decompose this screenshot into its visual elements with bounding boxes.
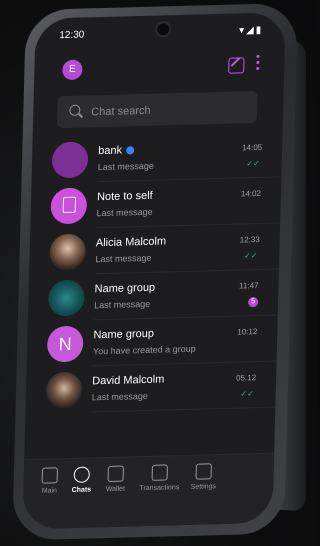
document-icon [62,196,77,214]
chat-row-name-group[interactable]: Name group Last message 11:47 5 [28,270,279,321]
chat-icon [73,466,90,483]
chat-name: Name group [94,281,156,296]
front-camera [155,21,172,38]
tab-bar: Main Chats Wallet Transactions Settings [22,452,275,530]
home-icon [41,467,58,484]
chat-time: 05.12 [235,373,257,383]
chat-time: 10:12 [237,327,258,337]
chat-time: 12:33 [239,234,260,245]
chat-subtitle: Last message [91,390,148,403]
wallet-icon [107,465,124,483]
chat-time: 14:02 [240,188,262,199]
search-icon [69,104,81,116]
chat-name: David Malcolm [92,373,165,388]
verified-icon [125,146,135,155]
chat-subtitle: Last message [95,252,152,265]
read-check-icon: ✓✓ [243,251,258,261]
chat-time: 14:05 [242,142,263,153]
chat-subtitle: You have created a group [92,343,196,357]
chat-row-alicia-malcolm[interactable]: Alicia Malcolm Last message 12:33 ✓✓ [29,224,280,275]
search-input[interactable] [88,97,254,124]
phone-screen: 12:30 ▾◢▮ E bank Last message 14:05 ✓✓ [22,12,286,530]
chat-name: Alicia Malcolm [95,235,167,250]
compose-icon[interactable] [228,57,245,74]
tab-settings[interactable]: Settings [181,463,226,491]
chat-subtitle: Last message [97,160,154,173]
read-check-icon: ✓✓ [246,158,260,169]
more-options-icon[interactable] [256,54,260,73]
avatar [47,279,85,317]
read-check-icon: ✓✓ [240,389,254,399]
chat-name: bank [98,144,135,157]
phone: 12:30 ▾◢▮ E bank Last message 14:05 ✓✓ [12,2,298,541]
avatar [51,141,89,179]
chat-name: Name group [93,327,155,342]
profile-avatar[interactable]: E [62,59,83,81]
divider [91,406,276,413]
unread-badge: 5 [247,297,259,308]
avatar [50,187,88,225]
chat-row-david-malcolm[interactable]: David Malcolm Last message 05.12 ✓✓ [25,363,276,414]
status-bar: 12:30 ▾◢▮ [35,12,286,49]
avatar [45,371,83,409]
transactions-icon [151,464,168,481]
chat-name: Note to self [96,189,153,204]
chat-row-bank[interactable]: bank Last message 14:05 ✓✓ [31,132,282,183]
status-time: 12:30 [59,29,85,42]
chat-row-name-group-2[interactable]: N Name group You have created a group 10… [27,317,278,368]
status-icons: ▾◢▮ [238,24,264,37]
gear-icon [195,463,212,480]
avatar: N [46,325,84,363]
chat-time: 11:47 [239,280,259,291]
top-bar: E [34,50,285,87]
avatar [49,233,87,271]
chat-row-note-to-self[interactable]: Note to self Last message 14:02 [30,178,281,229]
search-bar[interactable] [56,90,258,129]
chat-list: bank Last message 14:05 ✓✓ Note to self … [25,132,282,415]
chat-subtitle: Last message [94,298,151,311]
chat-subtitle: Last message [96,206,153,219]
